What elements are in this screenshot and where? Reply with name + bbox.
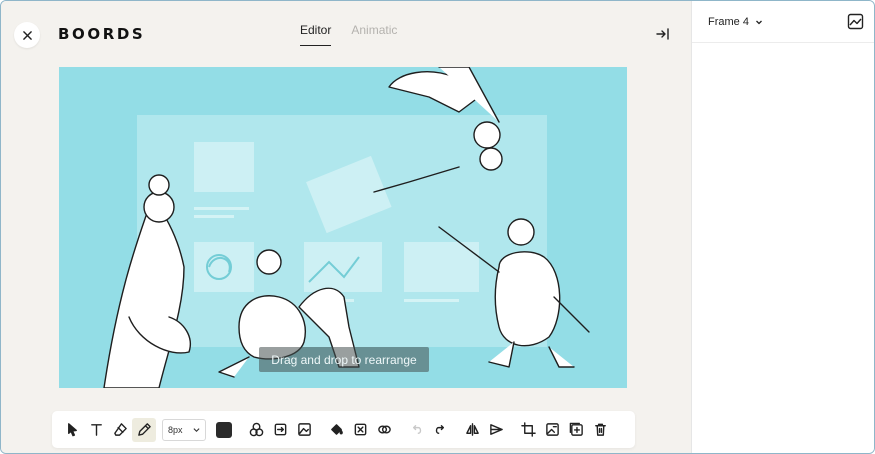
close-icon: [22, 30, 32, 40]
image-icon: [297, 423, 311, 436]
delete-icon: [594, 423, 606, 436]
blend-tool-button[interactable]: [372, 418, 396, 442]
flip-horizontal-button[interactable]: [460, 418, 484, 442]
blend-icon: [377, 425, 391, 434]
redo-button[interactable]: [428, 418, 452, 442]
delete-button[interactable]: [588, 418, 612, 442]
crop-icon: [520, 422, 536, 437]
crop-button[interactable]: [516, 418, 540, 442]
drag-hint-tooltip: Drag and drop to rearrange: [259, 347, 429, 372]
undo-button[interactable]: [404, 418, 428, 442]
flip-horizontal-icon: [465, 423, 479, 436]
sidebar-header: Frame 4: [692, 1, 874, 43]
collapse-sidebar-icon[interactable]: [655, 27, 671, 41]
frame-title-dropdown[interactable]: Frame 4: [708, 16, 749, 28]
frame-illustration: [103, 67, 590, 388]
frame-sidebar: Frame 4: [691, 1, 874, 453]
brush-size-select[interactable]: 8px: [162, 418, 206, 441]
fill-icon: [330, 424, 343, 435]
app-window: BOORDS Editor Animatic Drag and drop to …: [0, 0, 875, 454]
add-frame-button[interactable]: [564, 418, 588, 442]
tab-animatic[interactable]: Animatic: [351, 23, 397, 46]
eraser-icon: [113, 423, 127, 436]
fill-tool-button[interactable]: [324, 418, 348, 442]
editor-panel: BOORDS Editor Animatic Drag and drop to …: [1, 1, 691, 453]
clear-tool-button[interactable]: [348, 418, 372, 442]
frame-image-icon[interactable]: [847, 13, 864, 30]
replace-image-icon: [545, 423, 559, 436]
redo-icon: [435, 425, 444, 434]
add-frame-icon: [569, 422, 583, 436]
image-tool-button[interactable]: [292, 418, 316, 442]
eraser-tool-button[interactable]: [108, 418, 132, 442]
pencil-tool-button[interactable]: [132, 417, 156, 442]
flip-vertical-button[interactable]: [484, 418, 508, 442]
undo-icon: [412, 425, 421, 434]
shapes-tool-button[interactable]: [244, 418, 268, 442]
chevron-down-icon: [193, 428, 200, 433]
clear-icon: [354, 423, 366, 436]
close-button[interactable]: [14, 22, 40, 48]
text-tool-button[interactable]: [84, 418, 108, 442]
frame-tool-button[interactable]: [268, 418, 292, 442]
pointer-tool-button[interactable]: [60, 418, 84, 442]
frame-icon: [274, 423, 286, 436]
flip-vertical-icon: [489, 424, 503, 435]
shapes-icon: [249, 422, 263, 437]
drawing-toolbar: 8px: [52, 411, 635, 448]
text-icon: [90, 424, 102, 436]
replace-image-button[interactable]: [540, 418, 564, 442]
pointer-icon: [67, 423, 77, 437]
drawing-canvas[interactable]: [59, 67, 627, 388]
view-tabs: Editor Animatic: [300, 23, 397, 46]
pencil-icon: [137, 423, 151, 436]
boords-logo: BOORDS: [58, 25, 146, 43]
chevron-down-icon[interactable]: [755, 18, 763, 26]
tab-editor[interactable]: Editor: [300, 23, 332, 46]
brush-size-value: 8px: [168, 424, 183, 435]
color-picker-swatch[interactable]: [216, 421, 232, 438]
